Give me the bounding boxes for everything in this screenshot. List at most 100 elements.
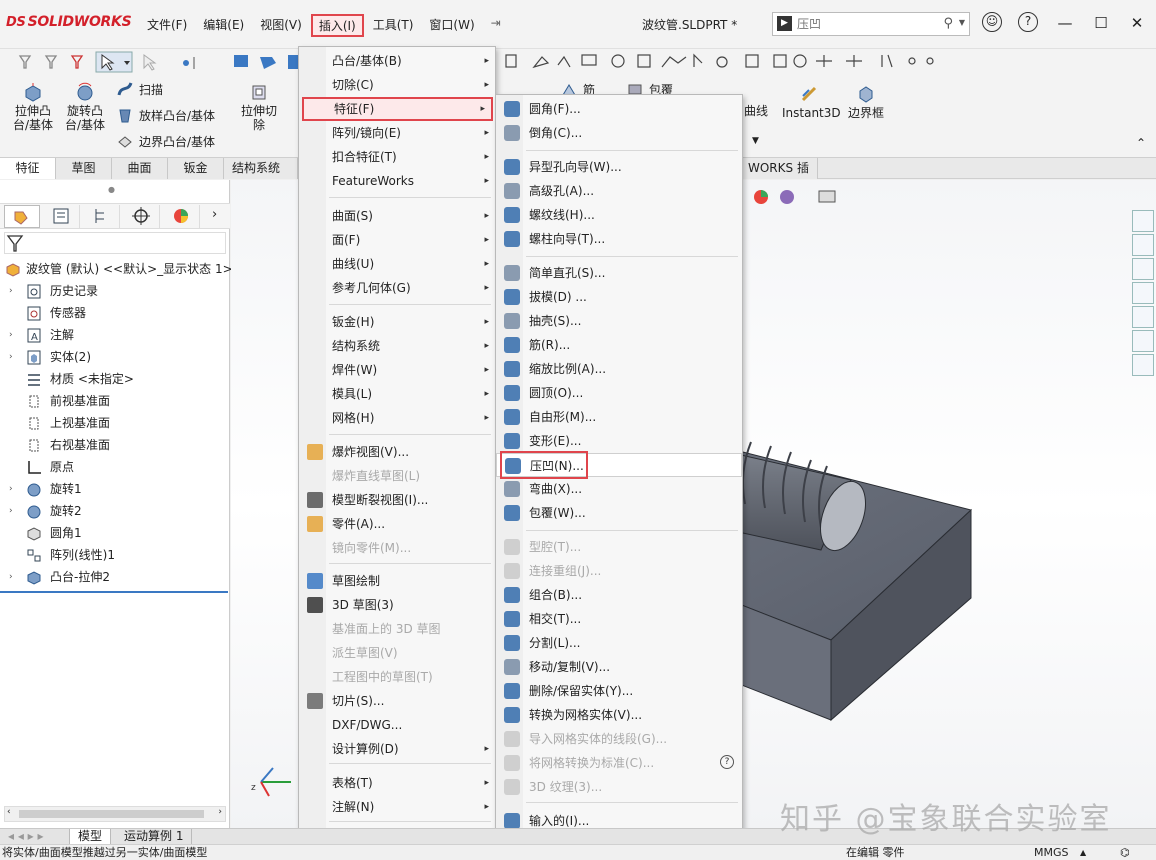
scroll-right-icon[interactable]: › [218,807,222,817]
insert-menu-item[interactable]: 参考几何体(G) ▸ [299,276,495,300]
insert-menu-item[interactable]: 草图绘制 [299,569,495,593]
insert-menu-item[interactable]: 模具(L) ▸ [299,382,495,406]
tab-model[interactable]: 模型 [70,829,112,844]
expand-icon[interactable]: › [9,324,13,346]
tree-root[interactable]: 波纹管 (默认) <<默认>_显示状态 1> [0,258,233,280]
file-explorer-icon[interactable] [1132,258,1154,280]
feature-menu-item[interactable]: 倒角(C)... [496,121,742,145]
tab-surfaces[interactable]: 曲面 [112,158,168,179]
help-icon[interactable]: ? [720,755,734,769]
feature-menu-item[interactable]: 包覆(W)... [496,501,742,525]
view-toolbar-icons[interactable] [751,186,861,208]
insert-menu-item[interactable]: 模型断裂视图(I)... [299,488,495,512]
tab-addins[interactable]: WORKS 插件 [740,158,818,195]
tree-item-revolve1[interactable]: › 旋转1 [0,478,230,500]
revolve-boss-button[interactable]: 旋转凸 台/基体 [62,82,108,132]
tree-item-linear-pattern1[interactable]: 阵列(线性)1 [0,544,230,566]
design-library-icon[interactable] [1132,234,1154,256]
feature-menu-item[interactable]: 螺柱向导(T)... [496,227,742,251]
command-search[interactable]: ▶ ⚲ ▼ [772,12,970,36]
scroll-thumb[interactable] [19,810,204,818]
home-icon[interactable] [1132,210,1154,232]
rollback-bar[interactable] [0,591,228,593]
insert-menu-item[interactable]: 凸台/基体(B) ▸ [299,49,495,73]
feature-menu-item[interactable]: 相交(T)... [496,607,742,631]
insert-menu-item[interactable]: 网格(H) ▸ [299,406,495,430]
tree-item-revolve2[interactable]: › 旋转2 [0,500,230,522]
tab-motion-study[interactable]: 运动算例 1 [116,829,193,844]
forum-icon[interactable] [1132,354,1154,376]
tree-item-solid-bodies[interactable]: › 实体(2) [0,346,230,368]
feature-menu-item[interactable]: 缩放比例(A)... [496,357,742,381]
instant3d-button[interactable]: Instant3D [782,84,841,120]
chevron-up-icon[interactable]: ▲ [1080,845,1086,860]
feature-menu-item[interactable]: 高级孔(A)... [496,179,742,203]
insert-menu-item[interactable]: 曲面(S) ▸ [299,204,495,228]
horizontal-scrollbar[interactable]: ‹ › [4,806,226,822]
menu-view[interactable]: 视图(V) [253,14,309,37]
insert-menu-item[interactable]: 3D 草图(3) [299,593,495,617]
feature-menu-item[interactable]: 圆顶(O)... [496,381,742,405]
chevron-down-icon[interactable]: ▼ [959,18,965,27]
collapse-ribbon-icon[interactable]: ⌃ [1136,136,1146,150]
property-manager-tab[interactable] [44,205,80,228]
tree-item-sensors[interactable]: 传感器 [0,302,230,324]
feature-menu-item[interactable]: 拔模(D) ... [496,285,742,309]
boundary-boss-button[interactable]: 边界凸台/基体 [116,132,215,150]
feature-menu-item[interactable]: 圆角(F)... [496,97,742,121]
user-icon[interactable]: ☺ [982,12,1002,32]
tree-item-top-plane[interactable]: 上视基准面 [0,412,230,434]
tab-nav-arrows[interactable]: ◂ ◂ ▸ ▸ [0,829,70,844]
tree-item-right-plane[interactable]: 右视基准面 [0,434,230,456]
menu-insert[interactable]: 插入(I) [310,14,364,37]
close-icon[interactable]: ✕ [1126,12,1148,34]
expand-icon[interactable]: › [9,500,13,522]
insert-menu-item[interactable]: 阵列/镜向(E) ▸ [299,121,495,145]
feature-menu-item[interactable]: 异型孔向导(W)... [496,155,742,179]
extrude-boss-button[interactable]: 拉伸凸 台/基体 [10,82,56,132]
feature-menu-item[interactable]: 弯曲(X)... [496,477,742,501]
appearances-icon[interactable] [1132,306,1154,328]
bounding-box-button[interactable]: 边界框 [842,84,890,120]
expand-icon[interactable]: › [9,566,13,588]
feature-menu-item[interactable]: 简单直孔(S)... [496,261,742,285]
tree-item-origin[interactable]: 原点 [0,456,230,478]
tree-item-boss-extrude2[interactable]: › 凸台-拉伸2 [0,566,230,588]
tab-features[interactable]: 特征 [0,158,56,179]
search-input[interactable] [797,15,937,33]
insert-menu-item[interactable]: 扣合特征(T) ▸ [299,145,495,169]
feature-menu-item[interactable]: 删除/保留实体(Y)... [496,679,742,703]
units-selector[interactable]: MMGS [1034,845,1069,860]
rebuild-icon[interactable]: ⌬ [1120,845,1130,860]
insert-menu-item[interactable]: 特征(F) ▸ [302,97,493,121]
tree-item-history[interactable]: › 历史记录 [0,280,230,302]
menu-file[interactable]: 文件(F) [140,14,194,37]
panel-grip-icon[interactable]: ● [108,185,115,194]
feature-manager-tab[interactable] [4,205,40,228]
dimxpert-tab[interactable] [124,205,160,228]
tree-item-annotations[interactable]: › A 注解 [0,324,230,346]
display-manager-tab[interactable] [164,205,200,228]
minimize-icon[interactable]: — [1054,12,1076,34]
menu-window[interactable]: 窗口(W) [422,14,481,37]
expand-icon[interactable]: › [9,280,13,302]
indent-menu-item[interactable]: 压凹(N)... [496,451,742,479]
sweep-button[interactable]: 扫描 [116,80,163,98]
extrude-cut-button[interactable]: 拉伸切 除 [236,82,282,132]
magnifier-icon[interactable]: ⚲ [943,16,953,31]
menu-edit[interactable]: 编辑(E) [196,14,251,37]
feature-menu-item[interactable]: 组合(B)... [496,583,742,607]
insert-menu-item[interactable]: 切片(S)... [299,689,495,713]
feature-menu-item[interactable]: 移动/复制(V)... [496,655,742,679]
insert-menu-item[interactable]: 结构系统 ▸ [299,334,495,358]
insert-menu-item[interactable]: 设计算例(D) ▸ [299,737,495,761]
insert-menu-item[interactable]: 面(F) ▸ [299,228,495,252]
maximize-icon[interactable]: ☐ [1090,12,1112,34]
tree-item-material[interactable]: 材质 <未指定> [0,368,230,390]
feature-menu-item[interactable]: 转换为网格实体(V)... [496,703,742,727]
feature-menu-item[interactable]: 自由形(M)... [496,405,742,429]
tab-structure-system[interactable]: 结构系统 [224,158,298,179]
insert-menu-item[interactable]: DXF/DWG... [299,713,495,737]
insert-menu-item[interactable]: 零件(A)... [299,512,495,536]
tab-sheet-metal[interactable]: 钣金 [168,158,224,179]
